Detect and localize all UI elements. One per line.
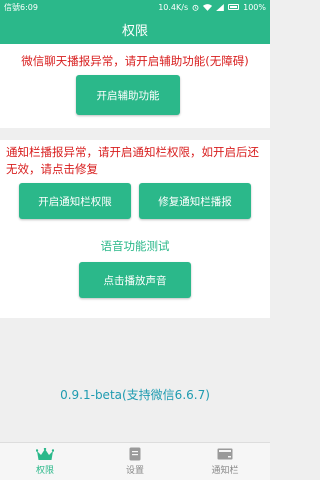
bottom-tab-bar: 权限 设置 通知栏 — [0, 442, 270, 480]
alarm-icon — [192, 4, 199, 11]
tab-permissions-label: 权限 — [35, 465, 54, 476]
battery-icon — [228, 4, 240, 10]
tab-notification-label: 通知栏 — [211, 465, 239, 476]
tab-notification[interactable]: 通知栏 — [190, 443, 260, 480]
signal-icon — [216, 3, 225, 11]
enable-notification-button[interactable]: 开启通知栏权限 — [19, 183, 131, 219]
battery-level: 100% — [243, 2, 266, 12]
voice-test-card: 语音功能测试 点击播放声音 — [0, 232, 270, 318]
network-speed: 10.4K/s — [158, 2, 189, 12]
notification-bar-icon — [217, 448, 233, 459]
voice-test-title: 语音功能测试 — [100, 239, 170, 253]
play-sound-button[interactable]: 点击播放声音 — [79, 262, 191, 298]
wifi-icon — [203, 3, 213, 11]
notification-warning: 通知栏播报异常，请开启通知栏权限，如开启后还无效，请点击修复 — [6, 145, 259, 176]
tab-settings[interactable]: 设置 — [100, 443, 170, 480]
enable-accessibility-button[interactable]: 开启辅助功能 — [76, 75, 180, 115]
crown-icon — [36, 447, 54, 460]
title-bar: 权限 — [0, 14, 270, 44]
page-title: 权限 — [121, 23, 148, 39]
status-bar: 信號6:09 10.4K/s 100% — [0, 0, 270, 14]
version-label: 0.9.1-beta(支持微信6.6.7) — [60, 388, 210, 402]
accessibility-warning: 微信聊天播报异常，请开启辅助功能(无障碍) — [21, 54, 249, 68]
tab-settings-label: 设置 — [125, 466, 144, 476]
notification-card: 通知栏播报异常，请开启通知栏权限，如开启后还无效，请点击修复 开启通知栏权限 修… — [0, 140, 270, 232]
settings-doc-icon — [129, 447, 141, 461]
tab-permissions[interactable]: 权限 — [10, 443, 80, 480]
accessibility-card: 微信聊天播报异常，请开启辅助功能(无障碍) 开启辅助功能 — [0, 44, 270, 128]
status-indicators: 10.4K/s 100% — [158, 3, 266, 12]
fix-notification-button[interactable]: 修复通知栏播报 — [139, 183, 251, 219]
status-time: 信號6:09 — [4, 2, 38, 12]
